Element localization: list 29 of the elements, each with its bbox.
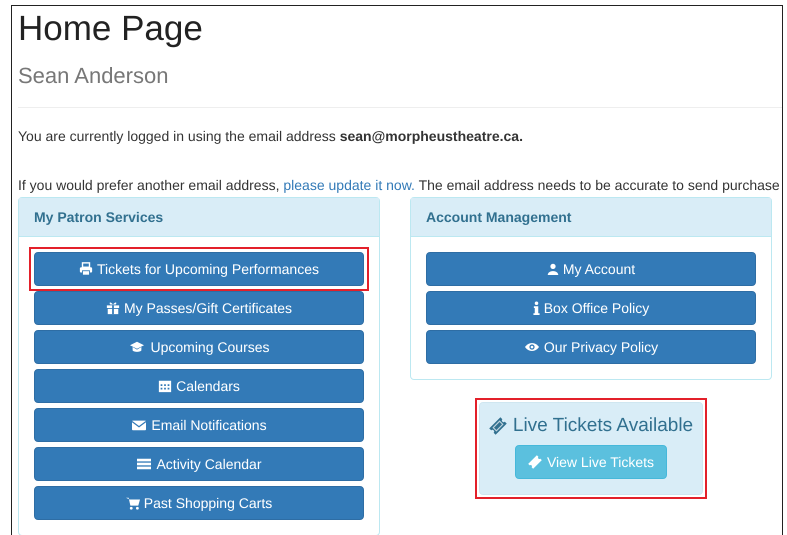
ticket-icon: [528, 454, 542, 468]
menu-button[interactable]: My Passes/Gift Certificates: [34, 290, 364, 324]
info-icon: [532, 300, 540, 314]
menu-button[interactable]: My Account: [426, 252, 756, 286]
gift-icon: [106, 300, 120, 314]
menu-button[interactable]: Calendars: [34, 368, 364, 402]
panel-heading: My Patron Services: [19, 198, 379, 236]
page-title: Home Page: [18, 10, 204, 48]
user-name: Sean Anderson: [18, 62, 170, 88]
printer-icon: [79, 262, 93, 276]
menu-button[interactable]: Upcoming Courses: [34, 330, 364, 364]
live-tickets-heading: Live Tickets Available: [512, 414, 694, 436]
cart-icon: [126, 496, 140, 510]
menu-button[interactable]: Our Privacy Policy: [426, 330, 756, 364]
menu-button[interactable]: Email Notifications: [34, 408, 364, 442]
list-icon: [136, 456, 152, 470]
menu-button[interactable]: Tickets for Upcoming Performances: [34, 252, 364, 286]
ticket-icon: [488, 416, 507, 434]
login-notice: You are currently logged in using the email address sean@morpheustheatre.ca.: [18, 128, 524, 144]
panel-heading: Account Management: [411, 198, 771, 236]
update-link[interactable]: please update it now.: [283, 176, 415, 192]
menu-button[interactable]: Past Shopping Carts: [34, 486, 364, 520]
menu-button[interactable]: Box Office Policy: [426, 290, 756, 324]
menu-button[interactable]: Activity Calendar: [34, 446, 364, 480]
envelope-icon: [131, 418, 148, 432]
user-icon: [546, 262, 559, 276]
calendar-icon: [158, 378, 172, 392]
update-notice: If you would prefer another email address, please update it now. The email address needs to be accurate to send purchase: [18, 176, 781, 192]
graduation-cap-icon: [128, 340, 146, 354]
